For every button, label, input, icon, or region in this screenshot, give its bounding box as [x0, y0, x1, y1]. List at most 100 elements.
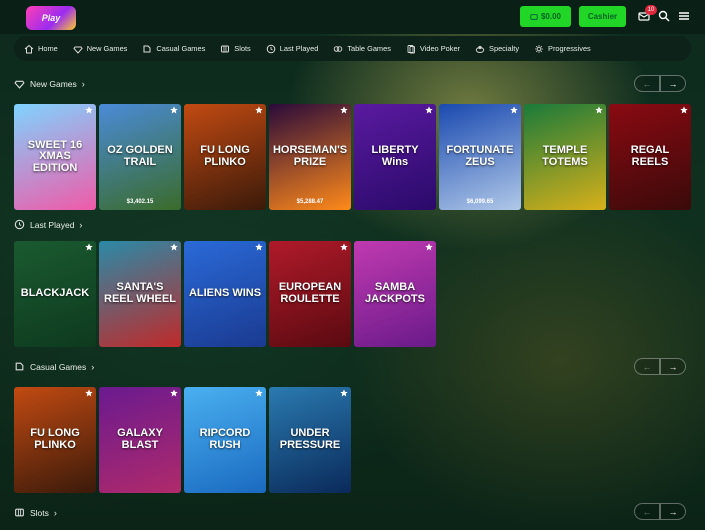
nav-label: New Games	[86, 44, 128, 53]
section-title: Slots	[30, 507, 49, 518]
slots-icon	[15, 508, 24, 517]
carousel-next-button[interactable]: →	[660, 503, 686, 520]
chevron-right-icon: ›	[53, 507, 57, 518]
favorite-star-icon[interactable]	[170, 389, 178, 397]
nav-label: Last Played	[279, 44, 319, 53]
game-title: GALAXY BLAST	[117, 427, 163, 451]
game-tile[interactable]: LIBERTY Wins	[354, 104, 436, 210]
slots-icon	[221, 45, 230, 52]
game-tile[interactable]: SWEET 16 XMAS EDITION	[14, 104, 96, 210]
nav-label: Specialty	[489, 44, 520, 53]
section-title: New Games	[30, 78, 77, 89]
game-title: RIPCORD RUSH	[199, 427, 251, 451]
game-title: SWEET 16 XMAS EDITION	[27, 138, 83, 174]
nav-last-played[interactable]: Last Played	[266, 44, 319, 54]
favorite-star-icon[interactable]	[255, 389, 263, 397]
notification-badge: 10	[645, 5, 657, 15]
game-title: EUROPEAN ROULETTE	[278, 281, 342, 305]
favorite-star-icon[interactable]	[255, 106, 263, 114]
favorite-star-icon[interactable]	[340, 243, 348, 251]
nav-progressives[interactable]: Progressives	[534, 44, 591, 54]
carousel-prev-button[interactable]: ←	[634, 503, 660, 520]
game-title: OZ GOLDEN TRAIL	[107, 144, 173, 168]
casual-icon	[143, 45, 151, 52]
chevron-right-icon: ›	[81, 78, 85, 89]
game-tile[interactable]: HORSEMAN'S PRIZE $5,288.47	[269, 104, 351, 210]
favorite-star-icon[interactable]	[425, 243, 433, 251]
section-header-last-played[interactable]: Last Played ›	[14, 219, 82, 230]
nav-specialty[interactable]: Specialty	[475, 44, 519, 54]
game-tile[interactable]: RIPCORD RUSH	[184, 387, 266, 493]
nav-new-games[interactable]: New Games	[73, 44, 128, 54]
jackpot-amount: $5,288.47	[296, 199, 324, 205]
nav-slots[interactable]: Slots	[220, 44, 251, 54]
favorite-star-icon[interactable]	[425, 106, 433, 114]
nav-casual-games[interactable]: Casual Games	[142, 44, 205, 54]
favorite-star-icon[interactable]	[510, 106, 518, 114]
favorite-star-icon[interactable]	[340, 106, 348, 114]
game-title: UNDER PRESSURE	[279, 427, 341, 451]
jackpot-amount: $6,099.65	[466, 199, 494, 205]
site-logo[interactable]: Play	[26, 6, 76, 30]
game-title: LIBERTY Wins	[371, 144, 419, 168]
game-title: BLACKJACK	[20, 287, 90, 300]
favorite-star-icon[interactable]	[85, 389, 93, 397]
game-tile[interactable]: SANTA'S REEL WHEEL	[99, 241, 181, 347]
carousel-next-button[interactable]: →	[660, 358, 686, 375]
clock-icon	[14, 219, 25, 230]
chevron-right-icon: ›	[91, 361, 95, 372]
game-title: SANTA'S REEL WHEEL	[104, 281, 176, 305]
game-tile[interactable]: BLACKJACK	[14, 241, 96, 347]
favorite-star-icon[interactable]	[680, 106, 688, 114]
top-bar: Play $0.00 Cashier 10	[0, 0, 705, 34]
favorite-star-icon[interactable]	[340, 389, 348, 397]
jackpot-amount: $3,402.15	[126, 199, 154, 205]
game-title: HORSEMAN'S PRIZE	[272, 144, 348, 168]
menu-icon[interactable]	[677, 9, 691, 23]
game-tile[interactable]: UNDER PRESSURE	[269, 387, 351, 493]
carousel-prev-button[interactable]: ←	[634, 358, 660, 375]
section-title: Casual Games	[30, 361, 87, 372]
game-tile[interactable]: REGAL REELS	[609, 104, 691, 210]
home-icon	[24, 44, 34, 53]
favorite-star-icon[interactable]	[170, 106, 178, 114]
game-title: SAMBA JACKPOTS	[365, 281, 425, 305]
diamond-icon	[73, 46, 83, 54]
game-title: FORTUNATE ZEUS	[446, 144, 514, 168]
section-header-casual-games[interactable]: Casual Games ›	[14, 361, 94, 372]
nav-label: Table Games	[347, 44, 391, 53]
carousel-nav-new-games: ← →	[634, 75, 686, 92]
nav-label: Progressives	[548, 44, 591, 53]
nav-video-poker[interactable]: Video Poker	[406, 44, 460, 54]
category-nav: Home New Games Casual Games Slots Last P…	[14, 36, 691, 61]
game-tile[interactable]: FU LONG PLINKO	[14, 387, 96, 493]
favorite-star-icon[interactable]	[595, 106, 603, 114]
favorite-star-icon[interactable]	[85, 243, 93, 251]
nav-table-games[interactable]: Table Games	[333, 44, 391, 54]
section-title: Last Played	[30, 219, 75, 230]
carousel-next-button[interactable]: →	[660, 75, 686, 92]
game-tile[interactable]: EUROPEAN ROULETTE	[269, 241, 351, 347]
game-tile[interactable]: OZ GOLDEN TRAIL $3,402.15	[99, 104, 181, 210]
nav-label: Slots	[234, 44, 251, 53]
cashier-button[interactable]: Cashier	[579, 6, 626, 27]
game-tile[interactable]: TEMPLE TOTEMS	[524, 104, 606, 210]
favorite-star-icon[interactable]	[85, 106, 93, 114]
game-title: ALIENS WINS	[188, 287, 262, 300]
favorite-star-icon[interactable]	[170, 243, 178, 251]
favorite-star-icon[interactable]	[255, 243, 263, 251]
section-header-slots[interactable]: Slots ›	[14, 507, 57, 518]
chips-icon	[334, 45, 343, 52]
section-header-new-games[interactable]: New Games ›	[14, 78, 85, 89]
game-tile[interactable]: ALIENS WINS	[184, 241, 266, 347]
game-tile[interactable]: GALAXY BLAST	[99, 387, 181, 493]
game-tile[interactable]: FU LONG PLINKO	[184, 104, 266, 210]
game-tile[interactable]: SAMBA JACKPOTS	[354, 241, 436, 347]
search-icon[interactable]	[657, 9, 671, 23]
nav-label: Casual Games	[156, 44, 206, 53]
balance-button[interactable]: $0.00	[520, 6, 571, 27]
nav-home[interactable]: Home	[24, 44, 58, 54]
game-title: FU LONG PLINKO	[30, 427, 80, 451]
game-tile[interactable]: FORTUNATE ZEUS $6,099.65	[439, 104, 521, 210]
carousel-prev-button[interactable]: ←	[634, 75, 660, 92]
